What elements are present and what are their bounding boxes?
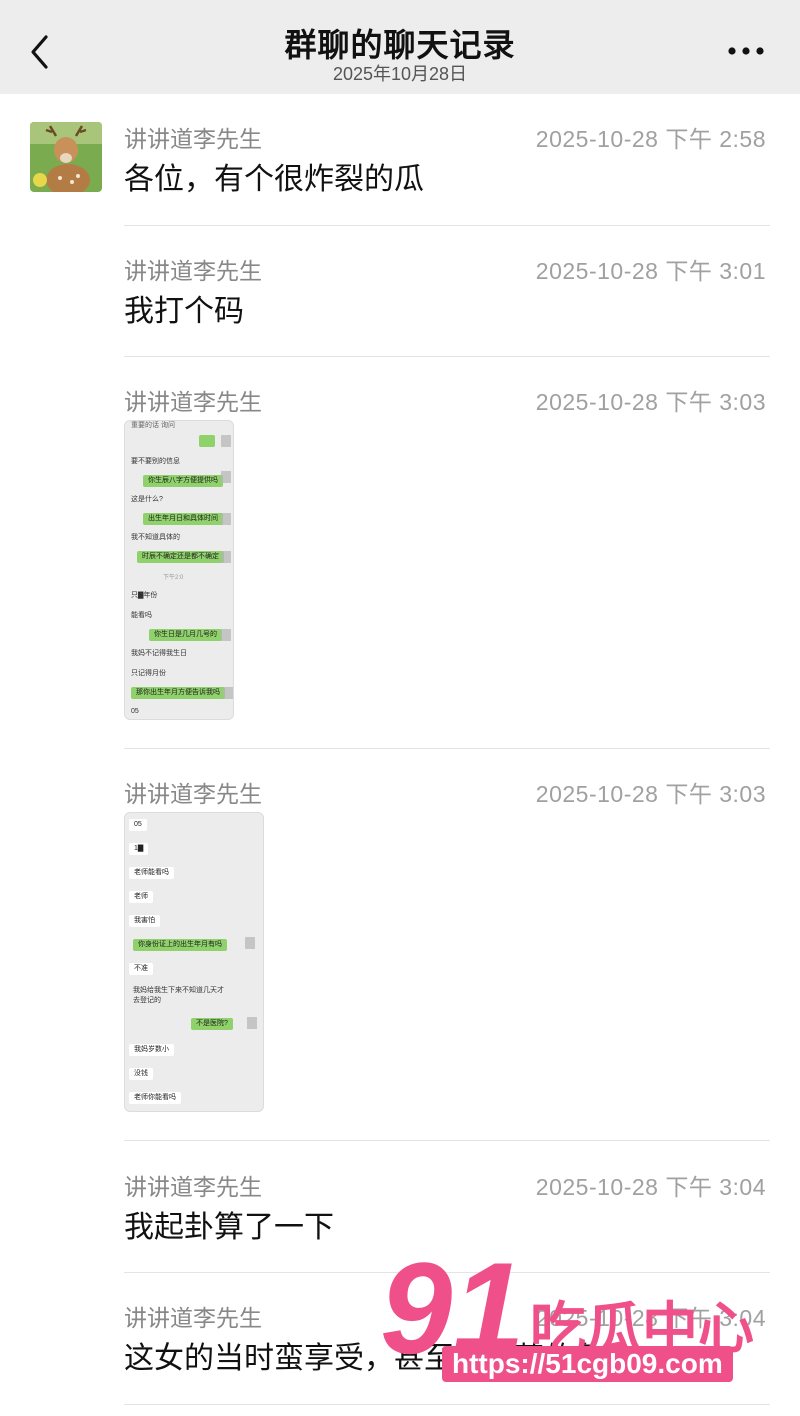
chat-screenshot-image[interactable]: 05 1▇ 老师能看吗 老师 我害怕 你身份证上的出生年月有吗 不准 我妈给我生… <box>124 812 264 1112</box>
divider <box>124 356 770 357</box>
more-button[interactable] <box>724 34 770 68</box>
message-time: 2025-10-28 下午 3:01 <box>535 258 766 284</box>
screenshot-bubble <box>199 435 215 447</box>
screenshot-bubble: 老师你能看吗 <box>129 1092 181 1104</box>
blur-mask <box>245 937 255 949</box>
message-text: 我打个码 <box>124 295 244 328</box>
blur-mask <box>247 1017 257 1029</box>
message-time: 2025-10-28 下午 3:03 <box>535 389 766 415</box>
screenshot-line: 只记得月份 <box>131 670 166 677</box>
sender-name: 讲讲道李先生 <box>124 781 262 807</box>
message-time: 2025-10-28 下午 3:04 <box>535 1174 766 1200</box>
chat-message: 讲讲道李先生 2025-10-28 下午 3:03 <box>124 775 770 811</box>
message-time: 2025-10-28 下午 3:03 <box>535 781 766 807</box>
sender-name: 讲讲道李先生 <box>124 1174 262 1200</box>
screenshot-bubble: 05 <box>129 819 147 831</box>
chat-screenshot-image[interactable]: 重要的话 询问 要不要别的信息 你生辰八字方便提供吗 这是什么? 出生年月日和具… <box>124 420 234 720</box>
divider <box>124 748 770 749</box>
screenshot-line: 能看吗 <box>131 612 152 619</box>
watermark-url: https://51cgb09.com <box>442 1346 733 1382</box>
screenshot-line: 我不知道具体的 <box>131 534 180 541</box>
divider <box>124 225 770 226</box>
deer-avatar-image <box>30 122 102 192</box>
screenshot-bubble: 老师能看吗 <box>129 867 174 879</box>
sender-name: 讲讲道李先生 <box>124 258 262 284</box>
screenshot-bubble: 老师 <box>129 891 153 903</box>
screenshot-bubble: 你生辰八字方便提供吗 <box>143 475 223 487</box>
avatar[interactable] <box>30 122 102 192</box>
screenshot-line: 要不要别的信息 <box>131 458 180 465</box>
blur-mask <box>221 435 231 447</box>
screenshot-bubble: 1▇ <box>129 843 149 855</box>
screenshot-line: 下午2:0 <box>163 575 184 581</box>
screenshot-line: 重要的话 询问 <box>131 422 175 429</box>
screenshot-line: 05 <box>131 708 139 715</box>
page-subtitle-date: 2025年10月28日 <box>332 64 468 84</box>
sender-name: 讲讲道李先生 <box>124 126 262 152</box>
chat-message: 讲讲道李先生 2025-10-28 下午 2:58 各位，有个很炸裂的瓜 <box>124 120 770 200</box>
divider <box>124 1140 770 1141</box>
screenshot-bubble: 不准 <box>129 963 153 975</box>
blur-mask <box>223 687 233 699</box>
screenshot-bubble: 时辰不确定还是都不确定 <box>137 551 224 563</box>
message-time: 2025-10-28 下午 2:58 <box>535 126 766 152</box>
message-text: 我起卦算了一下 <box>124 1211 334 1244</box>
screenshot-bubble: 出生年月日和具体时间 <box>143 513 223 525</box>
screenshot-line: 我妈不记得我生日 <box>131 650 187 657</box>
screenshot-bubble: 我妈岁数小 <box>129 1044 174 1056</box>
blur-mask <box>221 471 231 483</box>
sender-name: 讲讲道李先生 <box>124 389 262 415</box>
blur-mask <box>221 551 231 563</box>
message-text: 各位，有个很炸裂的瓜 <box>124 163 424 196</box>
sender-name: 讲讲道李先生 <box>124 1305 262 1331</box>
chat-message: 讲讲道李先生 2025-10-28 下午 3:03 <box>124 383 770 419</box>
screenshot-bubble: 你生日是几月几号的 <box>149 629 222 641</box>
title-bar: 群聊的聊天记录 2025年10月28日 <box>0 0 800 94</box>
chat-message: 讲讲道李先生 2025-10-28 下午 3:01 我打个码 <box>124 252 770 332</box>
watermark-logo: 91 吃瓜中心 https://51cgb09.com <box>380 1238 780 1408</box>
screenshot-line: 这是什么? <box>131 496 163 503</box>
blur-mask <box>221 513 231 525</box>
screenshot-bubble: 我害怕 <box>129 915 160 927</box>
more-dots-icon <box>728 47 764 55</box>
blur-mask <box>221 629 231 641</box>
screenshot-bubble: 不是医院? <box>191 1018 233 1030</box>
screenshot-bubble: 你身份证上的出生年月有吗 <box>133 939 227 951</box>
screenshot-bubble: 没钱 <box>129 1068 153 1080</box>
screenshot-bubble: 那你出生年月方便告诉我吗 <box>131 687 225 699</box>
screenshot-line: 去登记的 <box>133 997 161 1004</box>
screenshot-line: 我妈给我生下来不知道几天才 <box>133 987 224 994</box>
screenshot-line: 只▇年份 <box>131 592 158 599</box>
